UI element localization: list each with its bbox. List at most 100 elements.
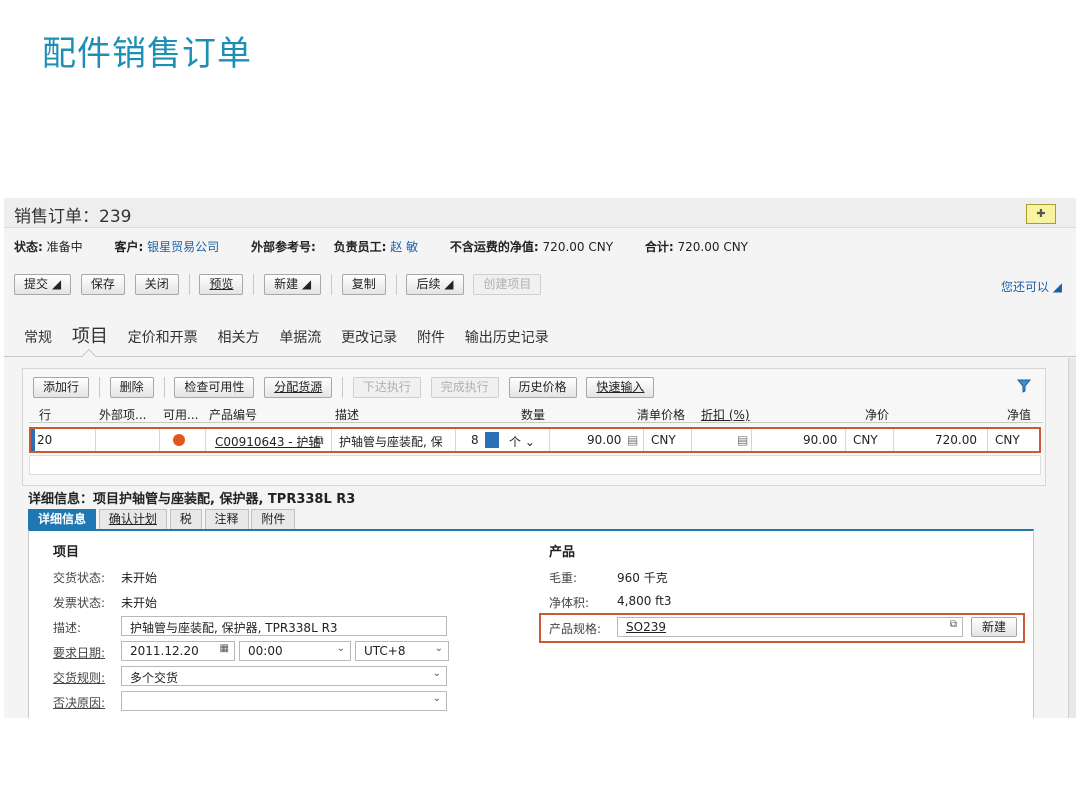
description-label: 描述:: [53, 621, 82, 635]
cell-net-price[interactable]: 90.00: [803, 433, 837, 447]
save-button[interactable]: 保存: [80, 274, 125, 295]
cell-net-price-currency[interactable]: CNY: [853, 433, 878, 447]
cell-quantity[interactable]: 8: [471, 433, 479, 447]
delete-button[interactable]: 删除: [109, 377, 154, 398]
delivery-status-label: 交货状态:: [53, 571, 106, 585]
tab-pricing[interactable]: 定价和开票: [128, 327, 198, 347]
total-label: 合计:: [644, 240, 674, 254]
col-net-price[interactable]: 净价: [865, 406, 889, 423]
price-history-button[interactable]: 历史价格: [508, 377, 577, 398]
tab-attachments[interactable]: 附件: [417, 327, 445, 347]
col-avail[interactable]: 可用...: [163, 406, 198, 423]
calendar-icon[interactable]: ▦: [220, 643, 229, 654]
cell-product-id[interactable]: C00910643 - 护轴: [215, 433, 320, 450]
empty-row[interactable]: [29, 455, 1041, 475]
col-product-id[interactable]: 产品编号: [209, 406, 257, 423]
cell-net-value-currency[interactable]: CNY: [995, 433, 1020, 447]
chevron-down-icon[interactable]: ⌄: [433, 693, 441, 704]
row-selector[interactable]: [31, 429, 35, 451]
timezone-select[interactable]: UTC+8 ⌄: [355, 641, 449, 661]
quantity-picker-icon[interactable]: [485, 432, 499, 448]
cell-description[interactable]: 护轴管与座装配, 保: [339, 433, 443, 450]
delivery-rule-label: 交货规则:: [53, 671, 106, 685]
reject-reason-select[interactable]: ⌄: [121, 691, 447, 711]
col-description[interactable]: 描述: [335, 406, 359, 423]
availability-status-icon: [173, 434, 185, 446]
total-value: 720.00 CNY: [677, 240, 749, 254]
slide-title: 配件销售订单: [42, 34, 252, 74]
add-row-button[interactable]: 添加行: [33, 377, 90, 398]
state-value: 准备中: [46, 240, 83, 254]
items-grid: 行 外部项... 可用... 产品编号 描述 数量 清单价格 折扣 (%) 净价…: [29, 405, 1043, 475]
copy-button[interactable]: 复制: [341, 274, 386, 295]
spec-new-button[interactable]: 新建: [971, 617, 1018, 637]
spec-field[interactable]: SO239 ⧉: [617, 617, 963, 637]
req-date-field[interactable]: 2011.12.20 ▦: [121, 641, 235, 661]
finish-button[interactable]: 完成执行: [430, 377, 499, 398]
col-list-price[interactable]: 清单价格: [637, 406, 685, 423]
delivery-status-value: 未开始: [121, 571, 158, 585]
preview-button[interactable]: 预览: [199, 274, 244, 295]
tab-docflow[interactable]: 单据流: [279, 327, 321, 347]
close-button[interactable]: 关闭: [134, 274, 179, 295]
gross-weight-label: 毛重:: [549, 571, 578, 585]
state-label: 状态:: [14, 240, 43, 254]
customer-link[interactable]: 银星贸易公司: [147, 240, 219, 254]
list-price-calc-icon[interactable]: ▤: [627, 433, 638, 447]
cell-unit[interactable]: 个 ⌄: [509, 433, 535, 450]
followup-button[interactable]: 后续 ◢: [406, 274, 464, 295]
create-item-button[interactable]: 创建项目: [473, 274, 542, 295]
tab-output-history[interactable]: 输出历史记录: [465, 327, 549, 347]
cell-list-currency[interactable]: CNY: [651, 433, 676, 447]
gross-weight-value: 960 千克: [617, 571, 668, 585]
cell-net-value[interactable]: 720.00: [935, 433, 977, 447]
table-row[interactable]: 20 C00910643 - 护轴 ⧉ 护轴管与座装配, 保 8 个 ⌄ 90.…: [29, 427, 1041, 453]
allocate-source-button[interactable]: 分配货源: [264, 377, 333, 398]
tab-parties[interactable]: 相关方: [217, 327, 259, 347]
main-tabs: 常规 项目 定价和开票 相关方 单据流 更改记录 附件 输出历史记录: [24, 322, 565, 352]
col-quantity[interactable]: 数量: [521, 406, 545, 423]
net-value: 720.00 CNY: [542, 240, 614, 254]
tab-changelog[interactable]: 更改记录: [341, 327, 397, 347]
cell-list-price[interactable]: 90.00: [587, 433, 621, 447]
tab-notes[interactable]: 注释: [204, 509, 249, 529]
tab-general[interactable]: 常规: [24, 327, 52, 347]
vertical-scrollbar[interactable]: [1068, 358, 1076, 718]
window-titlebar: 销售订单：239 ✚: [4, 198, 1076, 228]
col-discount[interactable]: 折扣 (%): [701, 406, 750, 423]
cell-row[interactable]: 20: [37, 433, 52, 447]
quick-entry-button[interactable]: 快速输入: [586, 377, 655, 398]
filter-icon[interactable]: [1017, 379, 1031, 393]
reject-reason-label: 否决原因:: [53, 696, 106, 710]
col-ext-item[interactable]: 外部项...: [99, 406, 146, 423]
detail-panel: 项目 交货状态: 未开始 发票状态: 未开始 描述: 护轴管与座装配, 保护器,…: [28, 529, 1034, 718]
req-time-field[interactable]: 00:00 ⌄: [239, 641, 351, 661]
tab-items[interactable]: 项目: [72, 322, 108, 348]
you-can-also-link[interactable]: 您还可以 ◢: [1001, 278, 1062, 295]
owner-link[interactable]: 赵 敏: [390, 240, 418, 254]
items-toolbar: 添加行 删除 检查可用性 分配货源 下达执行 完成执行 历史价格 快速输入: [33, 377, 660, 398]
net-volume-label: 净体积:: [549, 596, 590, 610]
note-icon[interactable]: ✚: [1026, 204, 1056, 224]
tab-tax[interactable]: 税: [169, 509, 202, 529]
delivery-rule-select[interactable]: 多个交货 ⌄: [121, 666, 447, 686]
check-availability-button[interactable]: 检查可用性: [174, 377, 255, 398]
value-help-icon[interactable]: ⧉: [950, 619, 957, 630]
req-date-label: 要求日期:: [53, 646, 106, 660]
chevron-down-icon[interactable]: ⌄: [435, 643, 443, 654]
release-button[interactable]: 下达执行: [352, 377, 421, 398]
col-row[interactable]: 行: [39, 406, 51, 423]
tab-detail-attachments[interactable]: 附件: [251, 509, 296, 529]
col-net-value[interactable]: 净值: [1007, 406, 1031, 423]
tab-confirm-plan[interactable]: 确认计划: [98, 509, 167, 529]
tab-detail-info[interactable]: 详细信息: [28, 509, 97, 529]
chevron-down-icon[interactable]: ⌄: [433, 668, 441, 679]
new-button[interactable]: 新建 ◢: [264, 274, 322, 295]
items-panel: 添加行 删除 检查可用性 分配货源 下达执行 完成执行 历史价格 快速输入 行 …: [22, 368, 1046, 486]
invoice-status-value: 未开始: [121, 596, 158, 610]
description-field[interactable]: 护轴管与座装配, 保护器, TPR338L R3: [121, 616, 447, 636]
value-help-icon[interactable]: ⧉: [315, 433, 324, 448]
submit-button[interactable]: 提交 ◢: [14, 274, 72, 295]
discount-calc-icon[interactable]: ▤: [737, 433, 748, 447]
chevron-down-icon[interactable]: ⌄: [337, 643, 345, 654]
